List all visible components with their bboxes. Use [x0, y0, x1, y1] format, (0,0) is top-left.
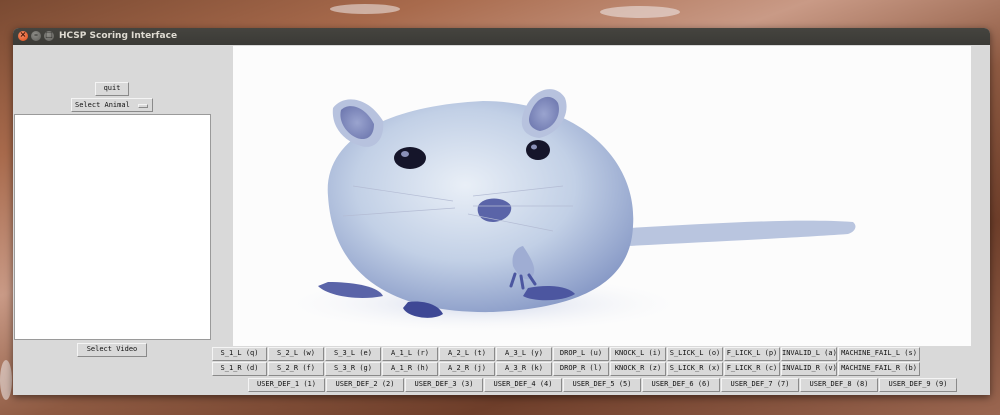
maximize-button[interactable]: □: [44, 30, 54, 41]
desktop-highlight: [0, 360, 12, 400]
app-window: × – □ HCSP Scoring Interface quit Select…: [13, 28, 990, 395]
score-button-user-def-6-6[interactable]: USER_DEF_6 (6): [642, 378, 720, 392]
score-button-a-3-r-k[interactable]: A_3_R (k): [496, 362, 552, 376]
score-button-s-lick-l-o[interactable]: S_LICK_L (o): [667, 347, 723, 361]
score-button-s-lick-r-x[interactable]: S_LICK_R (x): [667, 362, 723, 376]
score-button-s-1-r-d[interactable]: S_1_R (d): [212, 362, 267, 376]
window-title: HCSP Scoring Interface: [59, 31, 178, 41]
maximize-icon: □: [45, 30, 53, 39]
animal-select[interactable]: Select Animal: [71, 98, 153, 112]
score-button-s-2-l-w[interactable]: S_2_L (w): [268, 347, 324, 361]
score-button-a-2-l-t[interactable]: A_2_L (t): [439, 347, 495, 361]
score-button-user-def-5-5[interactable]: USER_DEF_5 (5): [563, 378, 641, 392]
score-button-knock-r-z[interactable]: KNOCK_R (z): [610, 362, 666, 376]
score-button-user-def-4-4[interactable]: USER_DEF_4 (4): [484, 378, 562, 392]
score-button-invalid-r-v[interactable]: INVALID_R (v): [781, 362, 837, 376]
score-button-user-def-3-3[interactable]: USER_DEF_3 (3): [405, 378, 483, 392]
score-button-a-2-r-j[interactable]: A_2_R (j): [439, 362, 495, 376]
score-button-drop-l-u[interactable]: DROP_L (u): [553, 347, 609, 361]
score-button-invalid-l-a[interactable]: INVALID_L (a): [781, 347, 837, 361]
score-button-drop-r-l[interactable]: DROP_R (l): [553, 362, 609, 376]
score-button-knock-l-i[interactable]: KNOCK_L (i): [610, 347, 666, 361]
score-button-a-1-l-r[interactable]: A_1_L (r): [382, 347, 438, 361]
video-frame: [233, 46, 971, 346]
score-button-s-3-l-e[interactable]: S_3_L (e): [325, 347, 381, 361]
score-button-a-3-l-y[interactable]: A_3_L (y): [496, 347, 552, 361]
dropdown-indicator-icon: [138, 104, 148, 108]
score-button-user-def-7-7[interactable]: USER_DEF_7 (7): [721, 378, 799, 392]
title-bar[interactable]: × – □ HCSP Scoring Interface: [13, 28, 990, 45]
close-button[interactable]: ×: [18, 30, 28, 41]
animal-listbox[interactable]: [14, 114, 211, 340]
quit-button[interactable]: quit: [95, 82, 129, 96]
score-button-machine-fail-l-s[interactable]: MACHINE_FAIL_L (s): [838, 347, 920, 361]
score-button-machine-fail-r-b[interactable]: MACHINE_FAIL_R (b): [838, 362, 920, 376]
close-icon: ×: [19, 30, 27, 39]
score-button-s-1-l-q[interactable]: S_1_L (q): [212, 347, 267, 361]
score-button-f-lick-l-p[interactable]: F_LICK_L (p): [724, 347, 780, 361]
score-button-user-def-2-2[interactable]: USER_DEF_2 (2): [326, 378, 404, 392]
score-button-f-lick-r-c[interactable]: F_LICK_R (c): [724, 362, 780, 376]
minimize-icon: –: [34, 30, 38, 39]
score-button-s-2-r-f[interactable]: S_2_R (f): [268, 362, 324, 376]
score-button-user-def-8-8[interactable]: USER_DEF_8 (8): [800, 378, 878, 392]
right-margin-panel: [971, 46, 990, 346]
score-button-a-1-r-h[interactable]: A_1_R (h): [382, 362, 438, 376]
animal-select-value: Select Animal: [75, 101, 130, 109]
select-video-button[interactable]: Select Video: [77, 343, 147, 357]
minimize-button[interactable]: –: [31, 30, 41, 41]
score-button-user-def-1-1[interactable]: USER_DEF_1 (1): [248, 378, 325, 392]
score-button-s-3-r-g[interactable]: S_3_R (g): [325, 362, 381, 376]
desktop-highlight: [600, 6, 680, 18]
desktop-highlight: [330, 4, 400, 14]
gerbil-image: [273, 89, 856, 334]
score-button-user-def-9-9[interactable]: USER_DEF_9 (9): [879, 378, 957, 392]
